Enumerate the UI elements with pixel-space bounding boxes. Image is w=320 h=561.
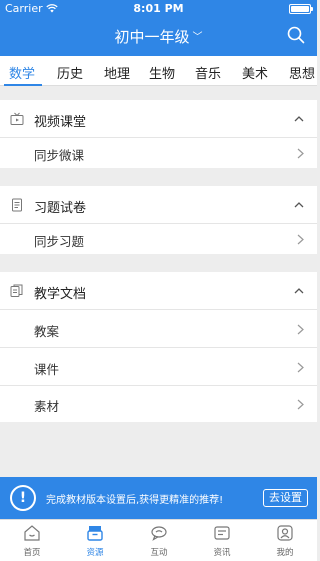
list-item-sync-microlesson[interactable]: 同步微课 bbox=[0, 138, 317, 168]
tabbar-profile[interactable]: 我的 bbox=[260, 524, 310, 558]
document-icon bbox=[12, 198, 22, 212]
list-item-label: 教案 bbox=[34, 324, 60, 339]
list-item-courseware[interactable]: 课件 bbox=[0, 348, 317, 386]
profile-icon bbox=[277, 525, 293, 541]
tabbar-interact[interactable]: 互动 bbox=[134, 524, 184, 558]
tv-icon bbox=[10, 112, 24, 125]
list-item-label: 同步习题 bbox=[34, 234, 85, 249]
tab-history[interactable]: 历史 bbox=[57, 63, 83, 82]
tabbar-home[interactable]: 首页 bbox=[7, 524, 57, 558]
section-exercises: 习题试卷 同步习题 bbox=[0, 186, 317, 254]
chevron-up-icon[interactable] bbox=[294, 200, 304, 210]
tab-ideology[interactable]: 思想 bbox=[289, 63, 315, 82]
settings-prompt-banner: ! 完成教材版本设置后,获得更精准的推荐! 去设置 bbox=[0, 477, 317, 519]
chevron-up-icon[interactable] bbox=[294, 114, 304, 124]
list-item-label: 素材 bbox=[34, 399, 60, 414]
exclamation-icon: ! bbox=[10, 485, 36, 511]
section-video: 视频课堂 同步微课 bbox=[0, 100, 317, 168]
list-item-materials[interactable]: 素材 bbox=[0, 386, 317, 422]
tabbar-label: 我的 bbox=[276, 548, 294, 558]
tab-art[interactable]: 美术 bbox=[242, 63, 268, 82]
tabbar-label: 资讯 bbox=[213, 548, 231, 558]
grade-selector[interactable]: 初中一年级 ﹀ bbox=[0, 26, 317, 47]
tabbar-label: 首页 bbox=[23, 548, 41, 558]
section-header-exercises[interactable]: 习题试卷 bbox=[0, 186, 317, 224]
home-icon bbox=[24, 525, 40, 541]
bottom-tab-bar: 首页 资源 互动 资讯 我的 bbox=[0, 519, 317, 561]
clock: 8:01 PM bbox=[133, 2, 184, 15]
battery-icon bbox=[289, 4, 313, 14]
search-icon[interactable] bbox=[287, 26, 305, 44]
interact-icon bbox=[151, 526, 167, 541]
section-title: 习题试卷 bbox=[34, 201, 87, 216]
tabbar-resources[interactable]: 资源 bbox=[70, 524, 120, 558]
chevron-right-icon bbox=[297, 399, 304, 410]
chevron-right-icon bbox=[297, 148, 304, 159]
section-documents: 教学文档 教案 课件 素材 bbox=[0, 272, 317, 422]
status-bar: Carrier 8:01 PM bbox=[0, 0, 317, 18]
resources-icon bbox=[87, 526, 103, 541]
chevron-down-icon: ﹀ bbox=[192, 32, 203, 43]
tab-geography[interactable]: 地理 bbox=[104, 63, 130, 82]
banner-text: 完成教材版本设置后,获得更精准的推荐! bbox=[46, 495, 224, 506]
section-header-documents[interactable]: 教学文档 bbox=[0, 272, 317, 310]
tab-music[interactable]: 音乐 bbox=[195, 63, 221, 82]
files-icon bbox=[10, 284, 23, 297]
list-item-lesson-plan[interactable]: 教案 bbox=[0, 310, 317, 348]
tabbar-label: 资源 bbox=[86, 548, 104, 558]
chevron-right-icon bbox=[297, 324, 304, 335]
active-tab-indicator bbox=[4, 84, 42, 86]
chevron-right-icon bbox=[297, 362, 304, 373]
news-icon bbox=[214, 526, 230, 540]
tab-biology[interactable]: 生物 bbox=[149, 63, 175, 82]
list-item-label: 同步微课 bbox=[34, 148, 85, 163]
section-title: 教学文档 bbox=[34, 287, 87, 302]
chevron-right-icon bbox=[297, 234, 304, 245]
list-item-sync-exercises[interactable]: 同步习题 bbox=[0, 224, 317, 254]
app-header: Carrier 8:01 PM 初中一年级 ﹀ bbox=[0, 0, 317, 56]
grade-label: 初中一年级 bbox=[114, 28, 190, 46]
tabbar-news[interactable]: 资讯 bbox=[197, 524, 247, 558]
list-item-label: 课件 bbox=[34, 362, 60, 377]
tab-math[interactable]: 数学 bbox=[9, 63, 35, 82]
section-header-video[interactable]: 视频课堂 bbox=[0, 100, 317, 138]
section-title: 视频课堂 bbox=[34, 115, 87, 130]
subject-tabs: 数学 历史 地理 生物 音乐 美术 思想 bbox=[0, 56, 317, 86]
tabbar-label: 互动 bbox=[150, 548, 168, 558]
chevron-up-icon[interactable] bbox=[294, 286, 304, 296]
go-settings-button[interactable]: 去设置 bbox=[263, 489, 308, 507]
